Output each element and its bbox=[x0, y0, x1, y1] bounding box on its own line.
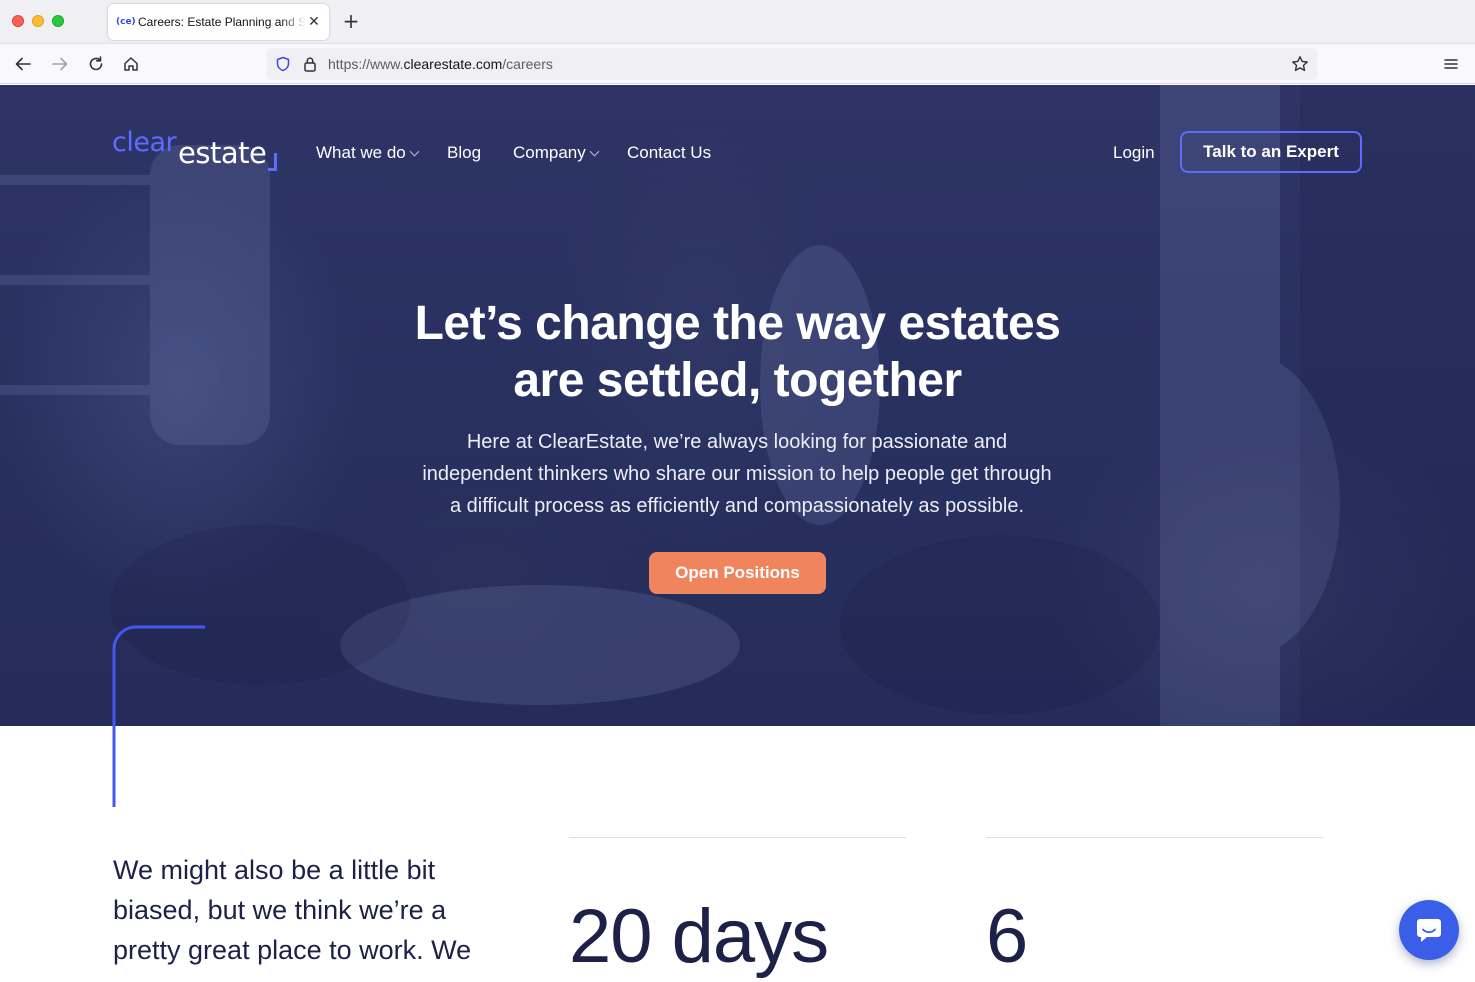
nav-label: Blog bbox=[447, 143, 482, 162]
nav-label: What we do bbox=[316, 143, 406, 162]
nav-contact-us[interactable]: Contact Us bbox=[627, 143, 711, 163]
close-icon[interactable]: ✕ bbox=[307, 14, 321, 30]
hamburger-menu-icon[interactable] bbox=[1440, 52, 1462, 81]
hero-subtitle-line: Here at ClearEstate, we’re always lookin… bbox=[466, 431, 1008, 453]
window-zoom-button[interactable] bbox=[52, 15, 64, 27]
nav-company[interactable]: Company bbox=[513, 143, 600, 163]
stat-divider bbox=[569, 837, 906, 838]
home-icon[interactable] bbox=[119, 52, 143, 76]
intro-line: We might also be a little bit bbox=[113, 855, 436, 885]
hero-section: clear estate What we do Blog Company Con… bbox=[0, 85, 1475, 726]
hero-title-line: are settled, together bbox=[513, 354, 962, 407]
chat-widget-button[interactable] bbox=[1399, 900, 1459, 960]
talk-to-expert-button[interactable]: Talk to an Expert bbox=[1180, 131, 1362, 173]
shield-icon[interactable] bbox=[275, 56, 291, 77]
url-bar[interactable]: https://www.clearestate.com/careers bbox=[267, 48, 1317, 80]
bookmark-star-icon[interactable] bbox=[1291, 55, 1309, 78]
chat-bubble-icon bbox=[1417, 919, 1441, 942]
hero-title: Let’s change the way estates are settled… bbox=[0, 295, 1475, 409]
culture-intro-text: We might also be a little bit biased, bu… bbox=[113, 850, 493, 970]
chevron-down-icon bbox=[409, 146, 420, 156]
browser-tab-active[interactable]: (ce) Careers: Estate Planning and Se ✕ bbox=[108, 4, 329, 40]
stat-value: 20 days bbox=[569, 894, 829, 979]
hero-title-line: Let’s change the way estates bbox=[414, 297, 1061, 350]
intro-line: pretty great place to work. We bbox=[113, 935, 472, 965]
intro-line: biased, but we think we’re a bbox=[113, 895, 447, 925]
logo-bracket-mark bbox=[268, 153, 277, 171]
reload-icon[interactable] bbox=[84, 52, 108, 76]
stat-divider bbox=[986, 837, 1323, 838]
url-text[interactable]: https://www.clearestate.com/careers bbox=[328, 56, 553, 72]
open-positions-button[interactable]: Open Positions bbox=[649, 552, 826, 594]
browser-nav-bar: https://www.clearestate.com/careers bbox=[0, 44, 1475, 84]
login-link[interactable]: Login bbox=[1113, 143, 1155, 163]
chevron-down-icon bbox=[589, 146, 600, 156]
back-icon[interactable] bbox=[11, 52, 35, 76]
decorative-corner-line bbox=[112, 625, 205, 807]
stat-value: 6 bbox=[986, 894, 1028, 979]
nav-label: Contact Us bbox=[627, 143, 712, 162]
hero-subtitle-line: independent thinkers who share our missi… bbox=[422, 463, 1052, 485]
nav-label: Company bbox=[513, 143, 586, 162]
window-close-button[interactable] bbox=[12, 15, 24, 27]
hero-subtitle: Here at ClearEstate, we’re always lookin… bbox=[387, 426, 1087, 522]
browser-tab-bar: (ce) Careers: Estate Planning and Se ✕ + bbox=[0, 0, 1475, 44]
hero-subtitle-line: a difficult process as efficiently and c… bbox=[449, 495, 1024, 517]
nav-blog[interactable]: Blog bbox=[447, 143, 481, 163]
plus-icon[interactable]: + bbox=[340, 10, 362, 32]
forward-icon[interactable] bbox=[48, 52, 72, 76]
site-favicon-icon: (ce) bbox=[116, 17, 136, 27]
logo-text-clear: clear bbox=[112, 127, 177, 158]
window-minimize-button[interactable] bbox=[32, 15, 44, 27]
logo-text-estate: estate bbox=[178, 136, 267, 170]
lock-icon[interactable] bbox=[303, 56, 317, 77]
tab-title: Careers: Estate Planning and Se bbox=[138, 15, 306, 29]
nav-what-we-do[interactable]: What we do bbox=[316, 143, 420, 163]
